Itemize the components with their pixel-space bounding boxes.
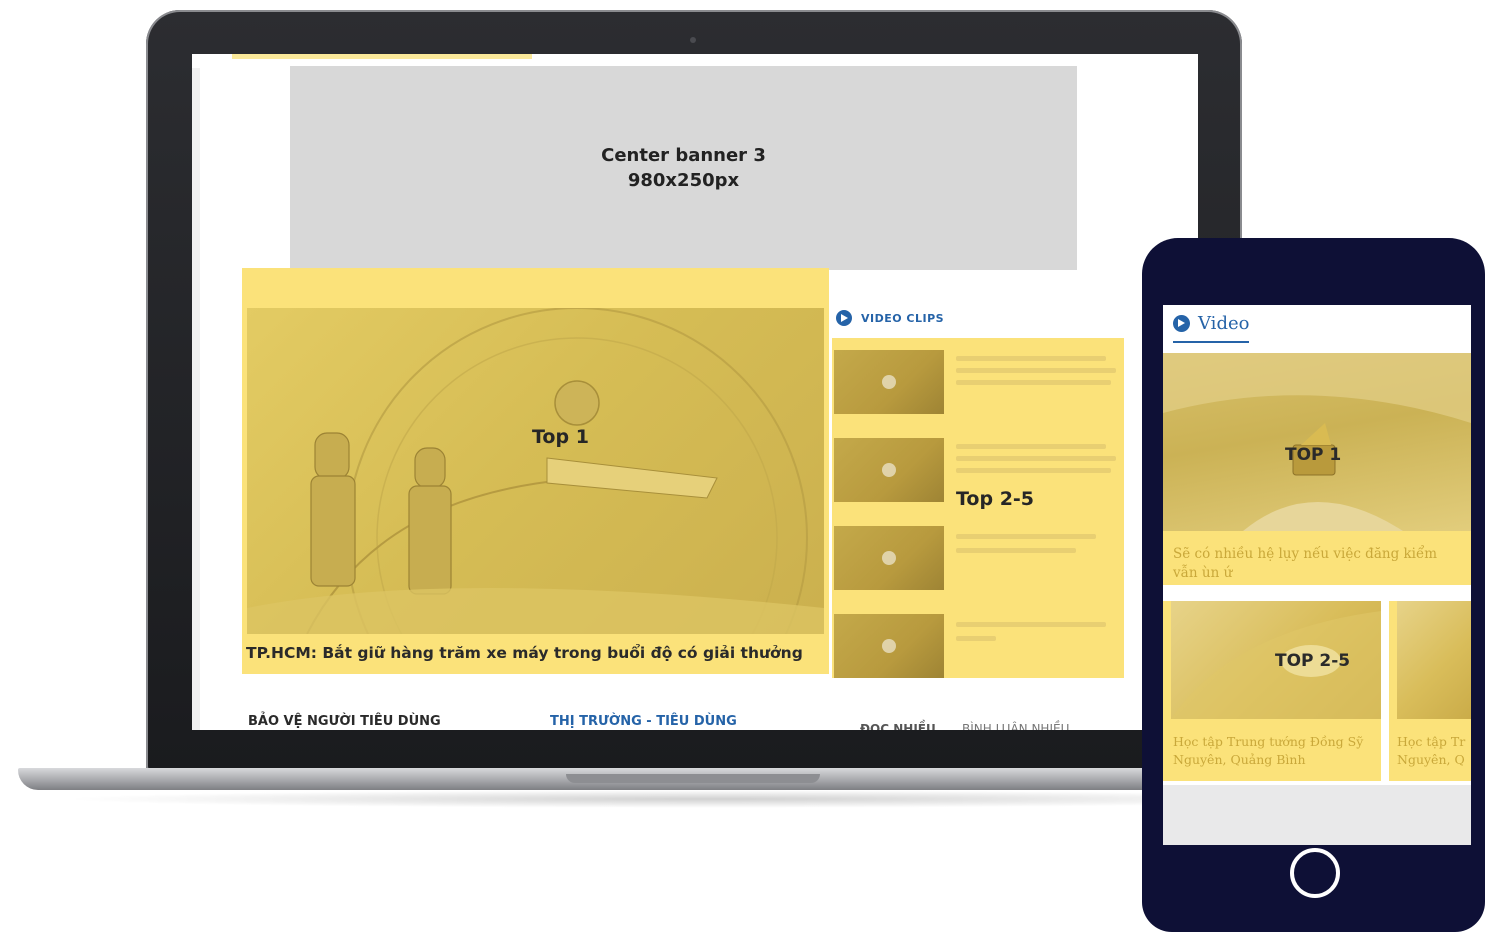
phone-top25-title-2-line1: Học tập Tr xyxy=(1397,734,1466,749)
top1-article-title[interactable]: TP.HCM: Bắt giữ hàng trăm xe máy trong b… xyxy=(246,644,803,662)
left-edge-strip xyxy=(192,68,200,730)
phone-top1-card[interactable]: TOP 1 Sẽ có nhiều hệ lụy nếu việc đăng k… xyxy=(1163,353,1471,585)
top-yellow-strip xyxy=(232,54,532,59)
phone-heading-underline xyxy=(1173,341,1249,343)
play-circle-icon xyxy=(836,310,852,326)
phone-bottom-area xyxy=(1163,785,1471,845)
phone-top25-title-2-line2: Nguyên, Q xyxy=(1397,752,1465,767)
top25-zone: Top 2-5 xyxy=(832,338,1124,678)
video-thumbnail-1[interactable] xyxy=(834,350,944,414)
play-icon xyxy=(882,375,896,389)
video-title-1[interactable] xyxy=(956,356,1106,361)
center-banner-3[interactable]: Center banner 3 980x250px xyxy=(290,66,1077,270)
phone-top1-label: TOP 1 xyxy=(1285,445,1342,465)
tab-binh-luan-nhieu[interactable]: BÌNH LUẬN NHIỀU xyxy=(962,722,1069,730)
video-thumbnail-4[interactable] xyxy=(834,614,944,678)
top1-label: Top 1 xyxy=(532,426,589,448)
video-thumbnail-3[interactable] xyxy=(834,526,944,590)
top1-article-image[interactable] xyxy=(247,308,824,634)
video-title-1-line3 xyxy=(956,380,1111,385)
video-title-2-line3 xyxy=(956,468,1111,473)
video-clips-label: VIDEO CLIPS xyxy=(861,311,945,325)
video-title-4[interactable] xyxy=(956,622,1106,627)
video-title-3[interactable] xyxy=(956,534,1096,539)
video-title-2[interactable] xyxy=(956,444,1106,449)
phone-top1-illustration xyxy=(1163,353,1471,531)
phone-top1-image[interactable] xyxy=(1163,353,1471,531)
top25-label: Top 2-5 xyxy=(956,488,1035,510)
phone-top1-title[interactable]: Sẽ có nhiều hệ lụy nếu việc đăng kiểm vẫ… xyxy=(1173,545,1443,583)
banner-size: 980x250px xyxy=(627,170,740,191)
section-thi-truong-tieu-dung[interactable]: THỊ TRƯỜNG - TIÊU DÙNG xyxy=(550,714,737,729)
phone-top25-title-1-line1: Học tập Trung tướng Đồng Sỹ xyxy=(1173,734,1364,749)
phone-top25-image-2[interactable] xyxy=(1397,601,1471,719)
video-title-1-line2 xyxy=(956,368,1116,373)
phone-top25-card-1[interactable]: TOP 2-5 Học tập Trung tướng Đồng Sỹ Nguy… xyxy=(1163,601,1381,781)
phone-top25-title-2[interactable]: Học tập Tr Nguyên, Q xyxy=(1397,733,1465,769)
phone-top25-card-2[interactable]: Học tập Tr Nguyên, Q xyxy=(1389,601,1471,781)
video-title-4-line2 xyxy=(956,636,996,641)
section-bao-ve-nguoi-tieu-dung[interactable]: BẢO VỆ NGƯỜI TIÊU DÙNG xyxy=(248,714,441,729)
tab-doc-nhieu[interactable]: ĐỌC NHIỀU xyxy=(860,722,936,730)
video-thumbnail-2[interactable] xyxy=(834,438,944,502)
home-button[interactable] xyxy=(1290,848,1340,898)
play-icon xyxy=(882,551,896,565)
phone-top25-label: TOP 2-5 xyxy=(1275,651,1351,671)
video-clips-heading[interactable]: VIDEO CLIPS xyxy=(836,310,944,326)
phone-top25-title-1-line2: Nguyên, Quảng Bình xyxy=(1173,752,1306,767)
top1-zone[interactable]: Top 1 TP.HCM: Bắt giữ hàng trăm xe máy t… xyxy=(242,268,829,674)
banner-title: Center banner 3 xyxy=(601,145,766,166)
play-icon xyxy=(882,639,896,653)
phone-body: Video TOP 1 Sẽ có nhiều hệ lụy nếu việc … xyxy=(1142,238,1485,932)
video-title-3-line2 xyxy=(956,548,1076,553)
phone-screen: Video TOP 1 Sẽ có nhiều hệ lụy nếu việc … xyxy=(1163,305,1471,845)
play-circle-icon xyxy=(1173,315,1190,332)
camera-icon xyxy=(690,37,696,43)
phone-top25-title-1[interactable]: Học tập Trung tướng Đồng Sỹ Nguyên, Quản… xyxy=(1173,733,1363,769)
phone-video-label: Video xyxy=(1198,313,1250,334)
video-title-2-line2 xyxy=(956,456,1116,461)
laptop-lid: Center banner 3 980x250px Top 1 TP.HCM: … xyxy=(146,10,1242,774)
top1-illustration xyxy=(247,308,824,634)
phone-video-heading[interactable]: Video xyxy=(1173,313,1249,334)
laptop-base-notch xyxy=(566,774,820,783)
play-icon xyxy=(882,463,896,477)
laptop-screen: Center banner 3 980x250px Top 1 TP.HCM: … xyxy=(192,54,1198,730)
